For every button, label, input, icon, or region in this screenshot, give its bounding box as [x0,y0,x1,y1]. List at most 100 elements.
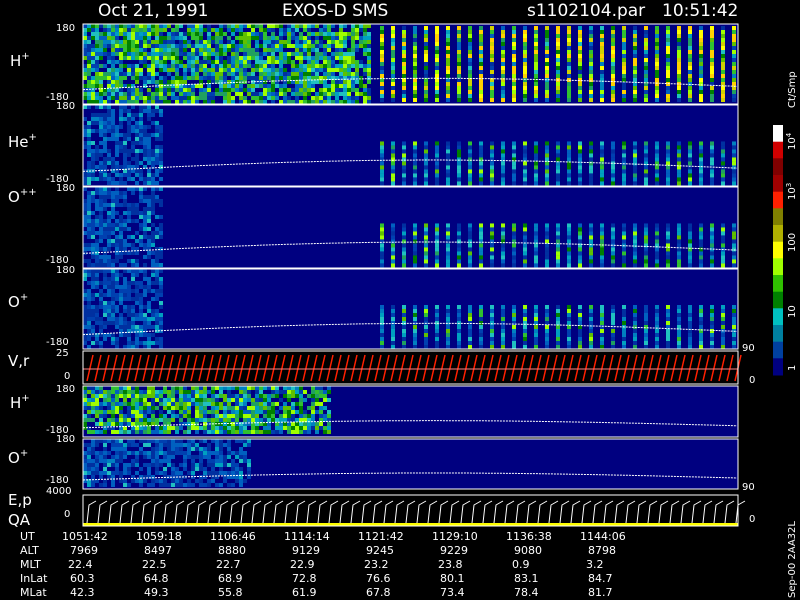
y-tick-top: 180 [56,434,75,445]
table-cell: 83.1 [514,572,539,585]
y-tick-top: 180 [56,265,75,276]
y-tick-labels: 180 -180 180 -180 180 -180 180 -180 25 0… [46,23,75,520]
colorbar-tick-1e3: 103 [785,183,798,200]
header-file: s1102104.par [527,1,645,21]
panel-label-he-plus: He+ [8,132,37,151]
table-cell: 1059:18 [136,530,182,543]
table-cell: 55.8 [218,586,243,599]
panel-background [83,495,738,526]
table-cell: 68.9 [218,572,243,585]
y-tick-top: 180 [56,23,75,34]
header-date: Oct 21, 1991 [98,1,209,21]
colorbar-tick-1e4: 104 [785,132,798,150]
table-row-label-inlat: InLat [20,572,48,585]
table-cell: 22.7 [216,558,241,571]
table-cell: 49.3 [144,586,169,599]
right-axis-labels: 90 0 90 0 [742,343,755,525]
table-cell: 78.4 [514,586,539,599]
colorbar-tick-labels: 104 103 100 10 1 [785,132,798,371]
y-tick-top: 25 [56,348,69,359]
right-tick-90-b: 90 [742,482,755,493]
colorbar-segment [773,125,783,143]
footer-right-label: Sep-00 2AA32L [787,521,798,598]
table-cell: 64.8 [144,572,169,585]
table-cell: 9245 [366,544,394,557]
y-tick-bottom: 0 [64,509,70,520]
colorbar [773,125,783,376]
table-row-label-mlt: MLT [20,558,41,571]
table-row-label-mlat: MLat [20,586,47,599]
table-cell: 9229 [440,544,468,557]
colorbar-segment [773,258,783,276]
colorbar-segment [773,175,783,193]
table-cell: 1129:10 [432,530,478,543]
y-tick-top: 180 [56,384,75,395]
table-cell: 61.9 [292,586,317,599]
colorbar-segment [773,275,783,293]
colorbar-segment [773,158,783,176]
y-tick-top: 180 [56,183,75,194]
colorbar-segment [773,141,783,159]
table-cell: 8880 [218,544,246,557]
panel-label-o-plus-2: O+ [8,448,28,467]
y-tick-bottom: -180 [46,475,69,486]
table-cell: 9129 [292,544,320,557]
panel-label-h-plus-2: H+ [10,393,30,412]
colorbar-tick-1: 1 [787,365,798,371]
colorbar-segment [773,325,783,343]
table-cell: 42.3 [70,586,95,599]
table-cell: 60.3 [70,572,95,585]
y-tick-top: 4000 [46,486,71,497]
table-cell: 3.2 [586,558,604,571]
qa-label: QA [8,511,31,529]
table-cell: 22.9 [290,558,315,571]
colorbar-tick-10: 10 [787,305,798,318]
colorbar-segment [773,358,783,376]
colorbar-segment [773,191,783,209]
table-row-label-ut: UT [20,530,35,543]
orbit-table: UT ALT MLT InLat MLat 1051:42796922.460.… [20,530,626,599]
y-tick-top: 180 [56,101,75,112]
table-cell: 8798 [588,544,616,557]
table-cell: 23.8 [438,558,463,571]
colorbar-segment [773,208,783,226]
table-cell: 67.8 [366,586,391,599]
table-cell: 76.6 [366,572,391,585]
panel-background [83,187,738,268]
table-cell: 1136:38 [506,530,552,543]
header-instrument: EXOS-D SMS [282,1,388,21]
table-cell: 0.9 [512,558,530,571]
panel-label-v-r: V,r [8,352,30,370]
right-tick-90: 90 [742,343,755,354]
table-cell: 1121:42 [358,530,404,543]
table-cell: 22.4 [68,558,93,571]
table-cell: 1114:14 [284,530,330,543]
right-tick-0-b: 0 [749,514,755,525]
colorbar-segment [773,308,783,326]
colorbar-segment [773,291,783,309]
table-cell: 9080 [514,544,542,557]
colorbar-segment [773,225,783,243]
table-cell: 1144:06 [580,530,626,543]
colorbar-tick-100: 100 [787,233,798,252]
colorbar-segment [773,341,783,359]
table-cell: 1106:46 [210,530,256,543]
table-cell: 7969 [70,544,98,557]
panel-labels: H+ He+ O++ O+ V,r H+ O+ E,p QA [8,51,37,529]
panel-background [83,105,738,186]
panel-background [83,269,738,349]
header-time: 10:51:42 [662,1,738,21]
spectrogram-figure: Oct 21, 1991 EXOS-D SMS s1102104.par 10:… [8,1,798,599]
table-cell: 23.2 [364,558,389,571]
y-tick-bottom: -180 [46,337,69,348]
table-cell: 72.8 [292,572,317,585]
table-cell: 8497 [144,544,172,557]
right-tick-0: 0 [749,375,755,386]
panel-label-o-plus-plus: O++ [8,187,37,206]
table-cell: 22.5 [142,558,167,571]
table-cell: 80.1 [440,572,465,585]
colorbar-unit-label: Ct/Smp [787,71,798,108]
table-row-label-alt: ALT [20,544,39,557]
panel-label-h-plus: H+ [10,51,30,70]
table-cell: 84.7 [588,572,613,585]
